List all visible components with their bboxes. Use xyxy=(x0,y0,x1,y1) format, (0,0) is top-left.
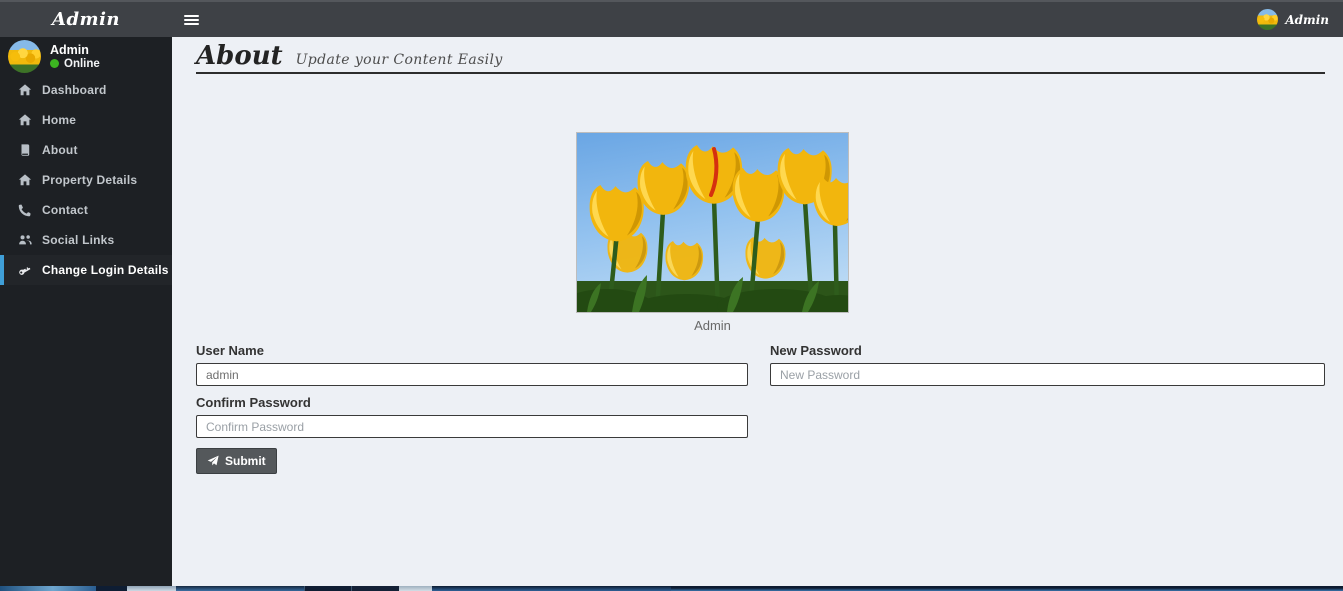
user-menu-button[interactable]: Admin xyxy=(1257,2,1329,37)
sidebar-item-about[interactable]: About xyxy=(0,135,172,165)
brand-area: Admin xyxy=(0,2,172,37)
taskbar-button[interactable] xyxy=(240,586,304,591)
home-icon xyxy=(18,174,32,186)
username-label: User Name xyxy=(196,343,264,358)
online-status-icon xyxy=(50,59,59,68)
sidebar-item-label: Dashboard xyxy=(42,83,107,97)
sidebar-item-label: Social Links xyxy=(42,233,115,247)
avatar xyxy=(8,39,41,73)
confirm-password-label: Confirm Password xyxy=(196,395,311,410)
phone-icon xyxy=(18,204,31,217)
image-caption: Admin xyxy=(694,318,731,333)
sidebar-item-contact[interactable]: Contact xyxy=(0,195,172,225)
menu-icon xyxy=(183,22,199,25)
new-password-label: New Password xyxy=(770,343,862,358)
about-image-block: Admin xyxy=(576,132,849,333)
submit-button[interactable]: Submit xyxy=(196,448,277,474)
taskbar-button[interactable] xyxy=(127,586,176,591)
sidebar-user-panel: Admin Online xyxy=(0,37,172,75)
sidebar: Admin Online Dashboard Home About Proper… xyxy=(0,37,172,586)
page-subtitle: Update your Content Easily xyxy=(295,52,503,68)
sidebar-item-label: Change Login Details xyxy=(42,263,169,277)
home-icon xyxy=(18,114,32,126)
sidebar-item-label: Property Details xyxy=(42,173,138,187)
users-icon xyxy=(19,235,32,245)
sidebar-item-label: About xyxy=(42,143,78,157)
menu-icon xyxy=(183,18,199,21)
top-navbar: Admin Admin xyxy=(0,0,1343,37)
main-content: About Update your Content Easily Admin U… xyxy=(172,37,1343,586)
taskbar-button[interactable] xyxy=(351,586,399,591)
page-title: About xyxy=(196,41,283,71)
user-avatar xyxy=(1257,9,1279,30)
sidebar-item-home[interactable]: Home xyxy=(0,105,172,135)
brand-logo[interactable]: Admin xyxy=(52,9,120,30)
taskbar-button[interactable] xyxy=(399,586,432,591)
confirm-password-input[interactable] xyxy=(196,415,748,438)
sidebar-menu: Dashboard Home About Property Details Co… xyxy=(0,75,172,285)
book-icon xyxy=(21,144,30,156)
tulips-photo xyxy=(576,132,849,313)
new-password-input[interactable] xyxy=(770,363,1325,386)
online-status-label: Online xyxy=(64,57,100,70)
sidebar-item-change-login-details[interactable]: Change Login Details xyxy=(0,255,172,285)
sidebar-item-label: Home xyxy=(42,113,77,127)
user-menu-label: Admin xyxy=(1285,12,1329,27)
admin-page: Admin Admin Admin Online Dashboard Home … xyxy=(0,0,1343,591)
sidebar-item-dashboard[interactable]: Dashboard xyxy=(0,75,172,105)
sidebar-toggle-button[interactable] xyxy=(172,2,210,37)
sidebar-item-label: Contact xyxy=(42,203,89,217)
sidebar-item-property-details[interactable]: Property Details xyxy=(0,165,172,195)
taskbar-segment xyxy=(671,586,1343,591)
home-icon xyxy=(18,84,32,96)
taskbar-button[interactable] xyxy=(304,586,351,591)
taskbar-segment xyxy=(96,586,127,591)
username-input[interactable] xyxy=(196,363,748,386)
submit-button-label: Submit xyxy=(225,454,266,468)
menu-icon xyxy=(183,14,199,17)
key-icon xyxy=(19,267,31,275)
sidebar-user-name: Admin xyxy=(50,42,89,57)
sidebar-user-status: Online xyxy=(50,58,100,70)
taskbar-start-area[interactable] xyxy=(0,586,96,591)
taskbar-segment xyxy=(432,586,671,591)
taskbar-button[interactable] xyxy=(176,586,240,591)
paper-plane-icon xyxy=(207,455,219,466)
taskbar-strip xyxy=(0,586,1343,591)
sidebar-item-social-links[interactable]: Social Links xyxy=(0,225,172,255)
change-login-form: User Name New Password Confirm Password xyxy=(196,343,1325,474)
content-header: About Update your Content Easily xyxy=(196,37,1325,74)
